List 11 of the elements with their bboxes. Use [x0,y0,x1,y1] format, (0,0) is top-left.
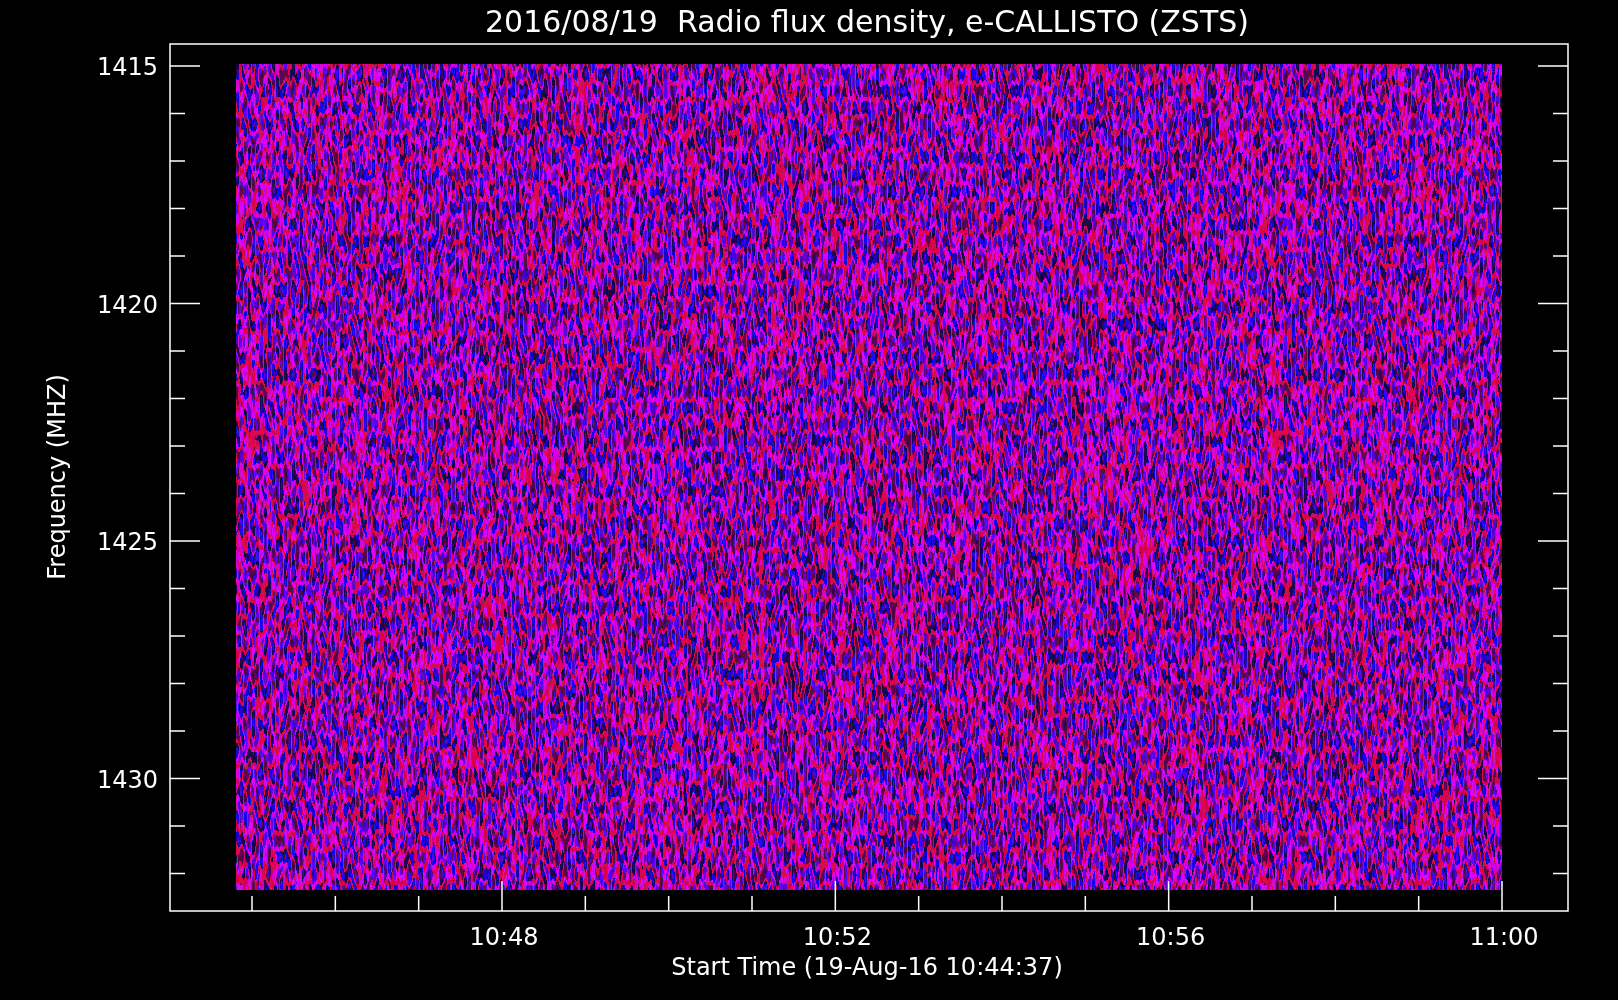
y-axis-label: Frequency (MHZ) [43,374,71,580]
y-tick-label: 1425 [96,528,158,556]
chart-title: 2016/08/19 Radio flux density, e-CALLISTO (ZSTS) [485,4,1249,39]
y-tick-label: 1430 [96,765,158,794]
y-tick-label: 1420 [96,290,158,319]
x-tick-label: 10:56 [1136,923,1206,951]
x-tick-label: 11:00 [1469,923,1539,951]
x-tick-label: 10:52 [802,923,872,951]
x-axis-label: Start Time (19-Aug-16 10:44:37) [671,953,1063,981]
x-tick-label: 10:48 [469,923,539,951]
y-tick-label: 1415 [96,53,158,81]
